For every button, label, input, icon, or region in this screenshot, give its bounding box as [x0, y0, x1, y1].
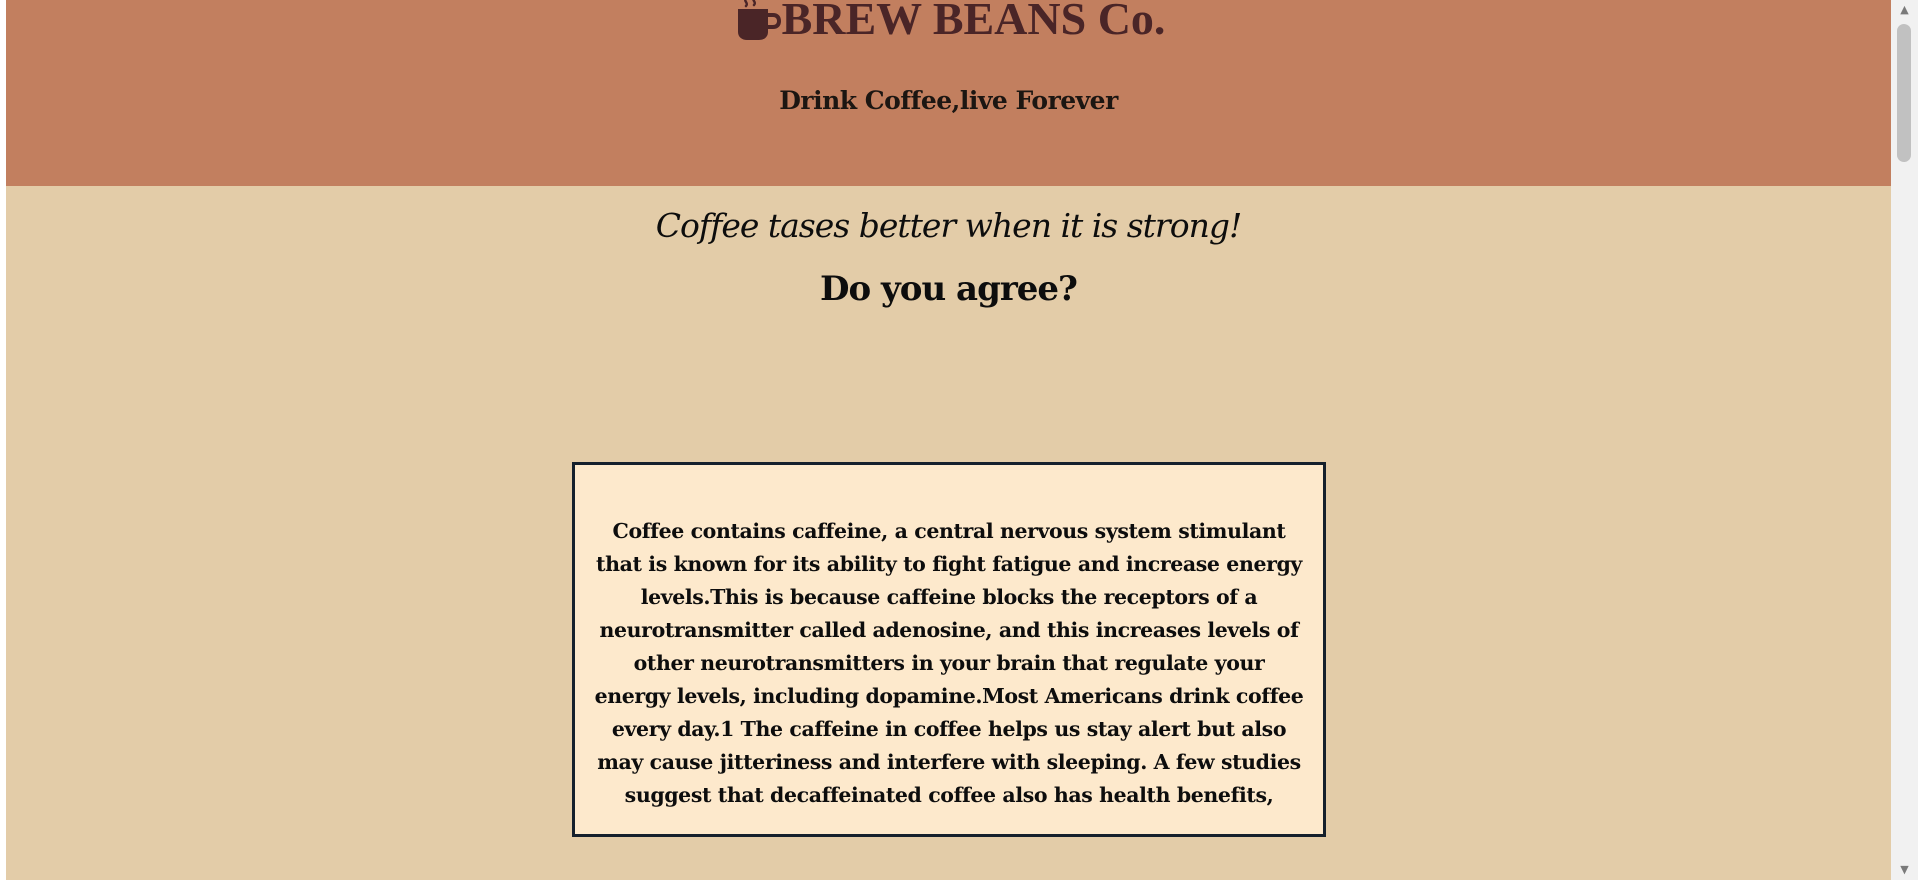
scroll-up-arrow-icon[interactable]: ▲	[1891, 0, 1918, 20]
vertical-scrollbar[interactable]: ▲ ▼	[1891, 0, 1918, 880]
header-tagline: Drink Coffee,live Forever	[779, 86, 1118, 115]
browser-viewport: BREW BEANS Co. Drink Coffee,live Forever…	[0, 0, 1918, 880]
coffee-quote: Coffee tases better when it is strong!	[655, 206, 1242, 245]
coffee-info-box: Coffee contains caffeine, a central nerv…	[572, 462, 1326, 837]
brand-title: BREW BEANS Co.	[6, 0, 1891, 44]
scrollbar-thumb[interactable]	[1897, 24, 1911, 162]
brand-name: BREW BEANS Co.	[781, 0, 1166, 44]
scroll-down-arrow-icon[interactable]: ▼	[1891, 860, 1918, 880]
agree-question: Do you agree?	[820, 269, 1078, 309]
site-header: BREW BEANS Co. Drink Coffee,live Forever	[6, 0, 1891, 186]
page-body: BREW BEANS Co. Drink Coffee,live Forever…	[6, 0, 1891, 880]
coffee-info-text: Coffee contains caffeine, a central nerv…	[594, 519, 1304, 807]
coffee-cup-icon	[732, 0, 782, 42]
